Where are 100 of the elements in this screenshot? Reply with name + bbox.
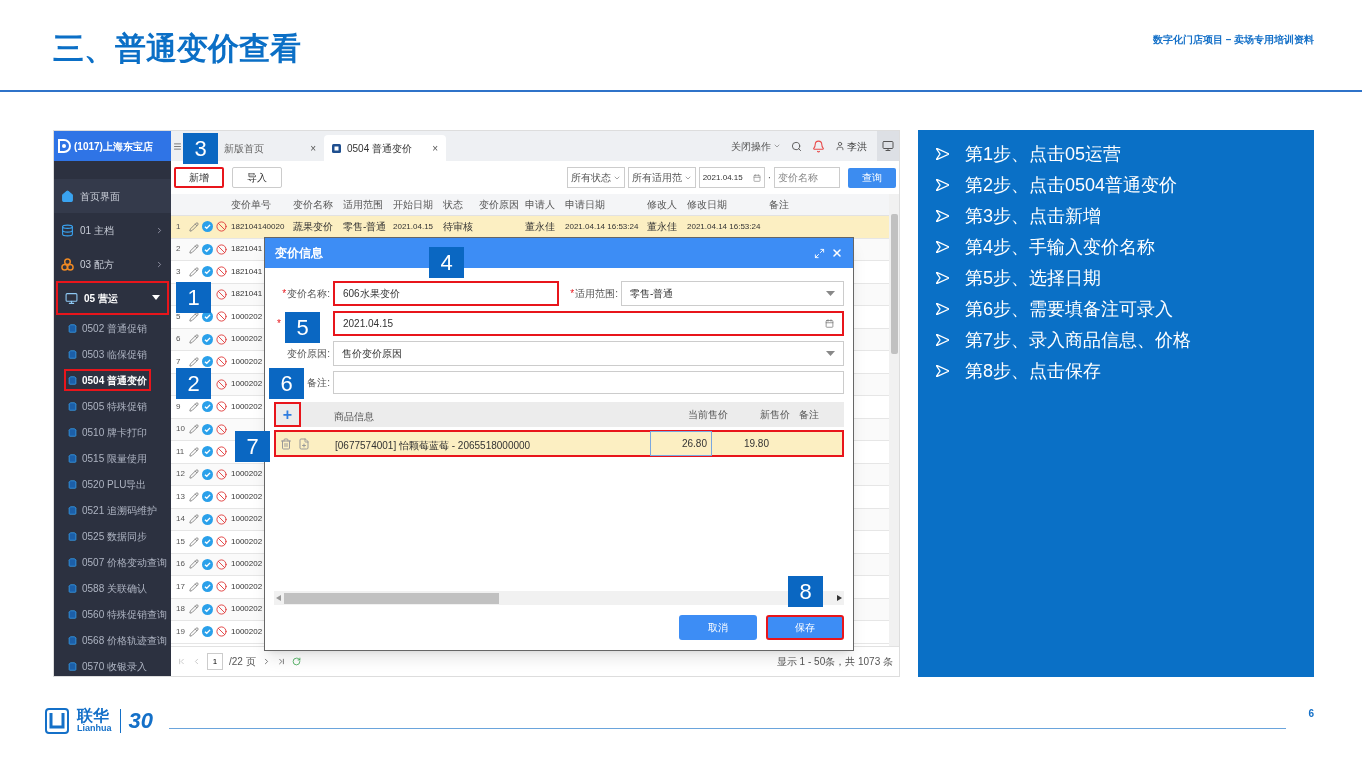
nav-subitem[interactable]: 0502 普通促销	[64, 317, 152, 339]
ban-icon[interactable]	[216, 468, 227, 480]
nav-item[interactable]: 03 配方	[54, 247, 171, 281]
edit-icon[interactable]	[189, 626, 199, 637]
nav-item[interactable]: 首页界面	[54, 179, 171, 213]
nav-subitem[interactable]: 0588 关联确认	[64, 577, 152, 599]
edit-icon[interactable]	[189, 311, 199, 322]
tab-close[interactable]: ×	[432, 140, 438, 156]
edit-icon[interactable]	[189, 491, 199, 502]
scroll-right-icon[interactable]	[837, 595, 842, 601]
check-circle-icon[interactable]	[202, 333, 213, 345]
nav-subitem[interactable]: 0525 数据同步	[64, 525, 152, 547]
ban-icon[interactable]	[216, 243, 227, 255]
check-circle-icon[interactable]	[202, 491, 213, 503]
edit-icon[interactable]	[189, 446, 199, 457]
menu-icon[interactable]	[173, 141, 182, 151]
nav-subitem[interactable]: 0505 特殊促销	[64, 395, 152, 417]
scope-select[interactable]: 零售-普通	[621, 281, 844, 306]
page-field[interactable]: 1	[207, 653, 223, 670]
nav-subitem[interactable]: 0568 价格轨迹查询	[64, 629, 171, 651]
nav-subitem[interactable]: 0560 特殊促销查询	[64, 603, 171, 625]
note-field[interactable]	[333, 371, 844, 394]
tab[interactable]: 0504 普通变价 ×	[324, 135, 446, 161]
date-field[interactable]: 2021.04.15	[698, 167, 765, 188]
ban-icon[interactable]	[216, 423, 227, 435]
nav-subitem[interactable]: 0510 牌卡打印	[64, 421, 152, 443]
document-plus-icon[interactable]	[298, 437, 310, 450]
scroll-left-icon[interactable]	[276, 595, 281, 601]
check-circle-icon[interactable]	[202, 423, 213, 435]
ban-icon[interactable]	[216, 626, 227, 638]
nav-subitem[interactable]: 0570 收银录入	[64, 655, 152, 676]
nav-subitem[interactable]: 0520 PLU导出	[64, 473, 151, 495]
check-circle-icon[interactable]	[202, 266, 213, 278]
close-ops-menu[interactable]: 关闭操作	[731, 138, 781, 154]
tab-close[interactable]: ×	[310, 140, 316, 156]
ban-icon[interactable]	[216, 581, 227, 593]
nav-subitem[interactable]: 0503 临保促销	[64, 343, 152, 365]
close-icon[interactable]	[831, 247, 843, 259]
last-page-icon[interactable]	[276, 657, 286, 666]
ban-icon[interactable]	[216, 288, 227, 300]
check-circle-icon[interactable]	[202, 626, 213, 638]
check-circle-icon[interactable]	[202, 513, 213, 525]
ban-icon[interactable]	[216, 446, 227, 458]
table-row[interactable]: 1 182104140020 蔬果变价 零售-普通 2021.04.15 待审核 董永佳 2021.04.14 16:53:24 董永佳 2021.04.14 16:53:24	[171, 216, 889, 239]
ban-icon[interactable]	[216, 401, 227, 413]
nav-subitem[interactable]: 0521 追溯码维护	[64, 499, 162, 521]
monitor-button[interactable]	[877, 131, 899, 161]
ban-icon[interactable]	[216, 603, 227, 615]
refresh-icon[interactable]	[291, 657, 301, 666]
ban-icon[interactable]	[216, 356, 227, 368]
vertical-scrollbar[interactable]	[889, 194, 899, 646]
check-circle-icon[interactable]	[202, 468, 213, 480]
check-circle-icon[interactable]	[202, 356, 213, 368]
ban-icon[interactable]	[216, 558, 227, 570]
ban-icon[interactable]	[216, 221, 227, 233]
check-circle-icon[interactable]	[202, 558, 213, 570]
nav-item[interactable]: 05 营运	[56, 281, 169, 315]
previous-page-icon[interactable]	[192, 657, 201, 666]
product-row[interactable]: [0677574001] 怡颗莓蓝莓 - 2065518000000 26.80 19.80	[274, 430, 844, 457]
first-page-icon[interactable]	[177, 657, 186, 666]
ban-icon[interactable]	[216, 333, 227, 345]
ban-icon[interactable]	[216, 311, 227, 323]
check-circle-icon[interactable]	[202, 221, 213, 233]
check-circle-icon[interactable]	[202, 603, 213, 615]
maximize-icon[interactable]	[814, 247, 825, 259]
ban-icon[interactable]	[216, 536, 227, 548]
ban-icon[interactable]	[216, 266, 227, 278]
edit-icon[interactable]	[189, 581, 199, 592]
user-menu[interactable]: 李洪	[835, 138, 867, 154]
table-cell: 1000202	[231, 535, 263, 548]
check-circle-icon[interactable]	[202, 581, 213, 593]
reason-select[interactable]: 售价变价原因	[333, 341, 844, 366]
check-circle-icon[interactable]	[202, 401, 213, 413]
status-select[interactable]: 所有状态	[566, 167, 625, 188]
edit-icon[interactable]	[189, 536, 199, 547]
ban-icon[interactable]	[216, 378, 227, 390]
search-icon[interactable]	[791, 140, 802, 152]
ban-icon[interactable]	[216, 513, 227, 525]
scope-select[interactable]: 所有适用范	[627, 167, 696, 188]
new-price-cell[interactable]: 19.80	[712, 436, 774, 451]
nav-subitem[interactable]: 0507 价格变动查询	[64, 551, 171, 573]
edit-icon[interactable]	[189, 401, 199, 412]
name-field[interactable]: 606水果变价	[333, 281, 559, 306]
current-price-cell[interactable]: 26.80	[650, 431, 712, 456]
check-circle-icon[interactable]	[202, 243, 213, 255]
nav-subitem[interactable]: 0515 限量使用	[64, 447, 152, 469]
trash-icon[interactable]	[280, 437, 292, 450]
ban-icon[interactable]	[216, 491, 227, 503]
edit-icon[interactable]	[189, 356, 199, 367]
date-field[interactable]: 2021.04.15	[333, 311, 844, 336]
bell-icon[interactable]	[812, 139, 825, 153]
name-search-field[interactable]: 变价名称	[774, 167, 840, 188]
check-circle-icon[interactable]	[202, 536, 213, 548]
tab[interactable]: 新版首页 ×	[222, 135, 324, 161]
toolbar-button[interactable]: 导入	[232, 167, 282, 188]
nav-item[interactable]: 01 主档	[54, 213, 171, 247]
edit-icon[interactable]	[189, 266, 199, 277]
check-circle-icon[interactable]	[202, 446, 213, 458]
toolbar-button[interactable]: 新增	[174, 167, 224, 188]
nav-subitem[interactable]: 0504 普通变价	[64, 369, 152, 391]
